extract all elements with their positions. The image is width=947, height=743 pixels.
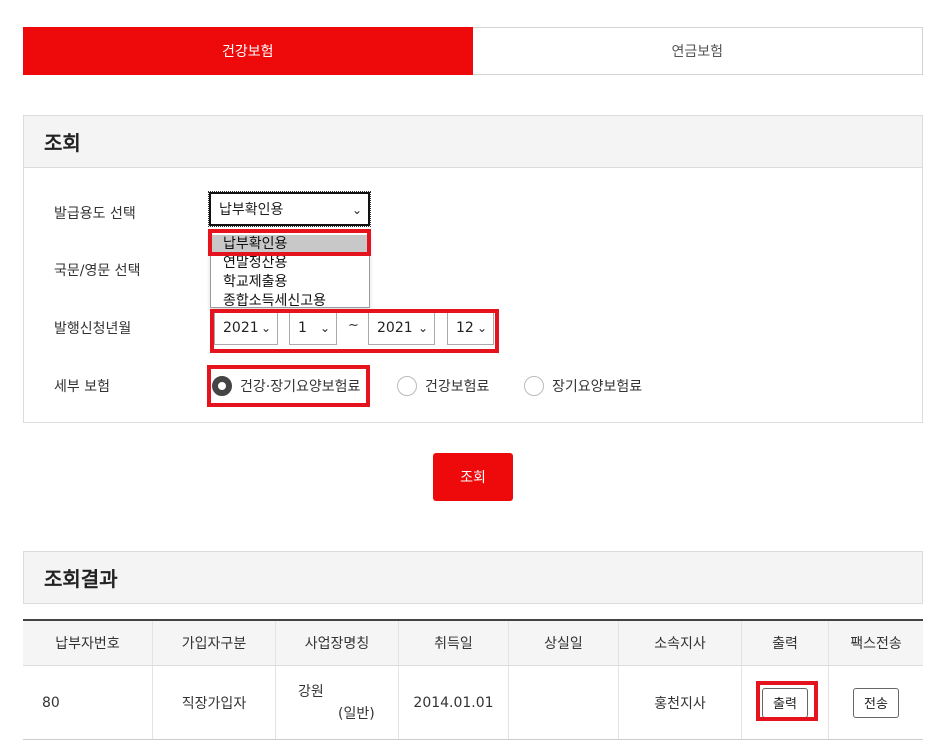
table-row: 80 직장가입자 강원 (일반) 2014.01.01 홍천지사 출력 전송 xyxy=(23,666,923,740)
from-month-value: 1 xyxy=(298,320,307,336)
table-header: 납부자번호 가입자구분 사업장명칭 취득일 상실일 소속지사 출력 팩스전송 xyxy=(23,619,923,666)
search-button[interactable]: 조회 xyxy=(433,453,513,501)
chevron-down-icon: ⌄ xyxy=(260,321,271,335)
purpose-option-school[interactable]: 학교제출용 xyxy=(211,273,369,292)
cell-fax: 전송 xyxy=(829,666,923,739)
radio-longterm[interactable]: 장기요양보험료 xyxy=(524,376,642,396)
purpose-select[interactable]: 납부확인용 ⌄ xyxy=(208,191,371,227)
workplace-line1: 강원 xyxy=(298,683,324,700)
tab-pension-insurance[interactable]: 연금보험 xyxy=(472,27,923,75)
cell-payer-no: 80 xyxy=(23,666,153,739)
col-header-workplace: 사업장명칭 xyxy=(276,621,399,665)
chevron-down-icon: ⌄ xyxy=(319,321,330,335)
tab-health-insurance[interactable]: 건강보험 xyxy=(23,27,473,75)
purpose-option-income-tax[interactable]: 종합소득세신고용 xyxy=(211,292,369,311)
purpose-label: 발급용도 선택 xyxy=(54,206,136,222)
purpose-option-payment[interactable]: 납부확인용 xyxy=(211,235,369,254)
radio-indicator xyxy=(524,376,544,396)
fax-send-button[interactable]: 전송 xyxy=(853,687,899,718)
radio-health[interactable]: 건강보험료 xyxy=(397,376,489,396)
results-title: 조회결과 xyxy=(23,551,923,604)
to-month-value: 12 xyxy=(456,320,474,336)
detail-label: 세부 보험 xyxy=(54,379,110,395)
col-header-subscriber-type: 가입자구분 xyxy=(153,621,276,665)
purpose-selected-value: 납부확인용 xyxy=(219,202,284,218)
to-year-select[interactable]: 2021 ⌄ xyxy=(368,311,435,345)
radio-indicator xyxy=(212,376,232,396)
period-label: 발행신청년월 xyxy=(54,321,132,337)
radio-health-label: 건강보험료 xyxy=(425,379,490,395)
period-separator: ~ xyxy=(348,318,359,333)
cell-branch: 홍천지사 xyxy=(619,666,742,739)
chevron-down-icon: ⌄ xyxy=(351,203,362,217)
cell-subscriber-type: 직장가입자 xyxy=(153,666,276,739)
radio-health-longterm[interactable]: 건강·장기요양보험료 xyxy=(212,376,360,396)
col-header-fax: 팩스전송 xyxy=(850,636,902,652)
from-year-value: 2021 xyxy=(223,320,259,336)
to-year-value: 2021 xyxy=(377,320,413,336)
chevron-down-icon: ⌄ xyxy=(476,321,487,335)
purpose-option-yearend[interactable]: 연말정산용 xyxy=(211,254,369,273)
print-button[interactable]: 출력 xyxy=(762,687,808,718)
radio-indicator xyxy=(397,376,417,396)
cell-workplace: 강원 (일반) xyxy=(276,666,399,739)
col-header-acquired: 취득일 xyxy=(399,621,509,665)
radio-health-longterm-label: 건강·장기요양보험료 xyxy=(240,379,361,395)
workplace-line2: (일반) xyxy=(338,705,375,722)
cell-acquired: 2014.01.01 xyxy=(399,666,509,739)
from-year-select[interactable]: 2021 ⌄ xyxy=(214,311,278,345)
radio-longterm-label: 장기요양보험료 xyxy=(552,379,643,395)
from-month-select[interactable]: 1 ⌄ xyxy=(289,311,337,345)
results-table: 납부자번호 가입자구분 사업장명칭 취득일 상실일 소속지사 출력 팩스전송 8… xyxy=(23,619,923,740)
purpose-dropdown-list: 납부확인용 연말정산용 학교제출용 종합소득세신고용 xyxy=(210,231,370,311)
col-header-branch: 소속지사 xyxy=(619,621,742,665)
col-header-payer-no: 납부자번호 xyxy=(23,621,153,665)
cell-print: 출력 xyxy=(742,666,829,739)
col-header-print: 출력 xyxy=(742,621,829,665)
query-panel-title: 조회 xyxy=(24,116,922,168)
col-header-lost: 상실일 xyxy=(509,621,619,665)
to-month-select[interactable]: 12 ⌄ xyxy=(447,311,494,345)
chevron-down-icon: ⌄ xyxy=(417,321,428,335)
cell-lost xyxy=(509,666,619,739)
insurance-tabs: 건강보험 연금보험 xyxy=(23,27,923,75)
language-label: 국문/영문 선택 xyxy=(54,263,141,279)
